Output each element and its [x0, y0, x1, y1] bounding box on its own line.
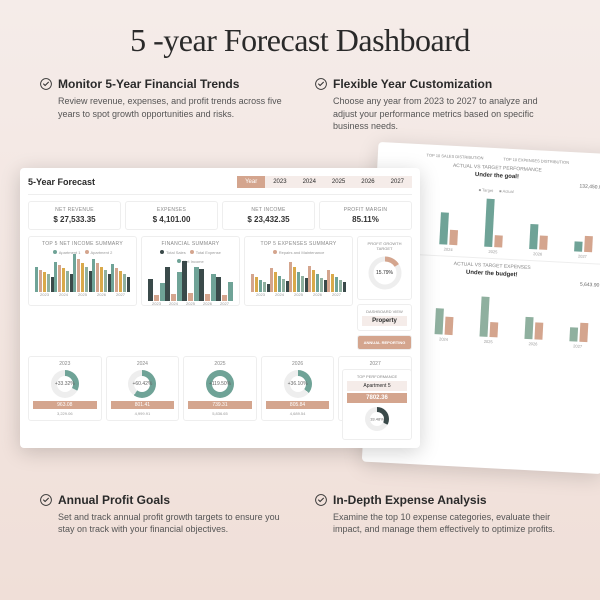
tab-2023[interactable]: 2023	[265, 176, 294, 188]
kpi-revenue: NET REVENUE$ 27,533.35	[28, 201, 121, 230]
sheet-front: 5-Year Forecast Year 2023 2024 2025 2026…	[20, 168, 420, 448]
year-tabs[interactable]: Year 2023 2024 2025 2026 2027	[237, 176, 412, 188]
feature-goals: Annual Profit Goals Set and track annual…	[40, 493, 285, 536]
check-circle-icon	[40, 78, 52, 90]
donut-2024: 2024+60.42%801.414,999.91	[106, 356, 180, 421]
kpi-margin: PROFIT MARGIN85.11%	[319, 201, 412, 230]
feature-desc: Set and track annual profit growth targe…	[40, 511, 285, 536]
feature-desc: Choose any year from 2023 to 2027 to ana…	[315, 95, 560, 133]
reporting-button[interactable]: ANNUAL REPORTING	[357, 335, 412, 350]
view-widget[interactable]: DASHBOARD VIEW Property	[357, 304, 412, 331]
growth-target-gauge: PROFIT GROWTH TARGET 15.79%	[357, 236, 412, 300]
donut-2025: 2025+119.50%739.315,836.65	[183, 356, 257, 421]
feature-desc: Review revenue, expenses, and profit tre…	[40, 95, 285, 120]
feature-expense: In-Depth Expense Analysis Examine the to…	[315, 493, 560, 536]
check-circle-icon	[315, 494, 327, 506]
feature-flexible: Flexible Year Customization Choose any y…	[315, 77, 560, 133]
feature-monitor: Monitor 5-Year Financial Trends Review r…	[40, 77, 285, 133]
donut-2026: 2026+36.10%805.844,689.54	[261, 356, 335, 421]
kpi-expenses: EXPENSES$ 4,101.00	[125, 201, 218, 230]
year-label: Year	[237, 176, 265, 188]
tab-2025[interactable]: 2025	[324, 176, 353, 188]
features-bottom-row: Annual Profit Goals Set and track annual…	[0, 483, 600, 536]
feature-title: Flexible Year Customization	[333, 77, 492, 91]
dashboard-preview: TOP 10 SALES DISTRIBUTIONTOP 10 EXPENSES…	[10, 153, 590, 483]
feature-title: Monitor 5-Year Financial Trends	[58, 77, 239, 91]
donut-2023: 2023+33.32%963.083,229.06	[28, 356, 102, 421]
financial-chart: FINANCIAL SUMMARY Total SalesTotal Expen…	[141, 236, 240, 306]
check-circle-icon	[40, 494, 52, 506]
kpi-income: NET INCOME$ 23,432.35	[222, 201, 315, 230]
top-performance-box: TOP PERFORMANCE Apartment 5 7802.36 33.4…	[342, 369, 412, 440]
dashboard-title: 5-Year Forecast	[28, 177, 95, 187]
tab-2026[interactable]: 2026	[353, 176, 382, 188]
tab-2027[interactable]: 2027	[383, 176, 412, 188]
feature-title: Annual Profit Goals	[58, 493, 170, 507]
feature-title: In-Depth Expense Analysis	[333, 493, 487, 507]
tab-2024[interactable]: 2024	[295, 176, 324, 188]
expenses-chart: TOP 5 EXPENSES SUMMARY Repairs and Maint…	[244, 236, 353, 306]
feature-desc: Examine the top 10 expense categories, e…	[315, 511, 560, 536]
income-chart: TOP 5 NET INCOME SUMMARY Apartment 1Apar…	[28, 236, 137, 306]
page-title: 5 -year Forecast Dashboard	[0, 0, 600, 77]
check-circle-icon	[315, 78, 327, 90]
features-top-row: Monitor 5-Year Financial Trends Review r…	[0, 77, 600, 153]
